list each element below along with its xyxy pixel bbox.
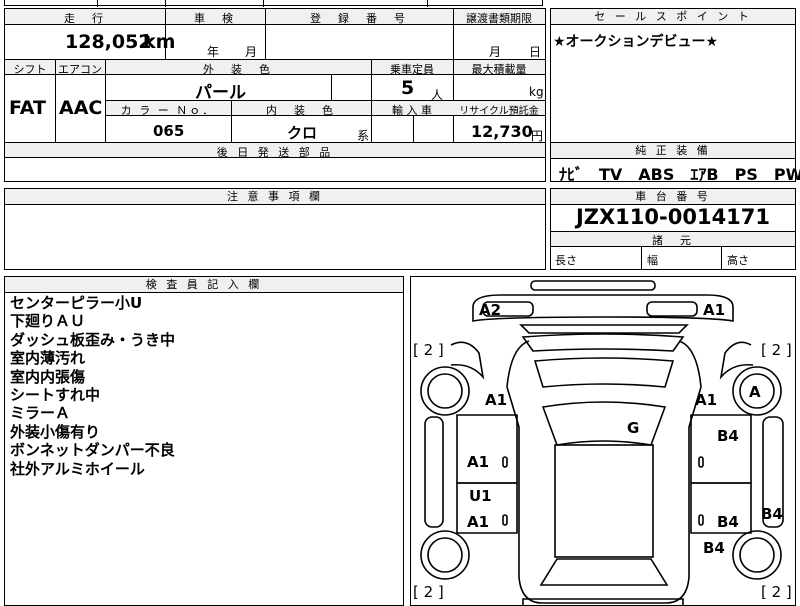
mark-b4-right-door-rear: B4 (717, 513, 739, 531)
registration-label: 登 録 番 号 (310, 12, 408, 25)
mark-u1-left-door-rear: U1 (469, 487, 492, 505)
chassis-label: 車 台 番 号 (551, 189, 795, 205)
ac-label: エアコン (58, 63, 102, 76)
shaken-label: 車 検 (194, 12, 236, 25)
sales-point-text: ★オークションデビュー★ (553, 34, 719, 50)
width-label: 幅 (647, 254, 658, 267)
chassis-box: 車 台 番 号 JZX110-0014171 諸 元 長さ 幅 高さ (550, 188, 796, 270)
notice-label: 注 意 事 項 欄 (5, 189, 545, 205)
tire-count-rear-right: [ 2 ] (761, 583, 792, 601)
vehicle-info-form: 走 行 車 検 登 録 番 号 譲渡書類期限 128,052 km 年 月 月 … (4, 8, 546, 182)
inspector-notes-box: 検 査 員 記 入 欄 センターピラー小U 下廻りＡＵ ダッシュ板歪み・うき中 … (4, 276, 404, 606)
transfer-deadline-label: 譲渡書類期限 (466, 12, 532, 25)
int-color-value: クロ (287, 124, 318, 142)
inspector-note: 社外アルミホイール (10, 459, 145, 478)
mark-b4-right-door-front: B4 (717, 427, 739, 445)
distance-label: 走 行 (64, 12, 106, 25)
mark-a1-left-door-rear: A1 (467, 513, 490, 531)
mark-b4-rear-right: B4 (703, 539, 725, 557)
int-color-label: 内 装 色 (266, 104, 336, 117)
tire-count-front-right: [ 2 ] (761, 341, 792, 359)
capacity-value: 5 (401, 77, 415, 99)
sales-point-box: セ ー ル ス ポ イ ン ト ★オークションデビュー★ (550, 8, 796, 143)
inspector-note: 下廻りＡＵ (10, 312, 86, 331)
max-load-unit: kg (529, 85, 544, 99)
mark-a1-front-left: A1 (485, 391, 508, 409)
shaken-month: 月 (245, 45, 258, 59)
distance-value: 128,052 (65, 31, 152, 53)
mark-a1-top-right: A1 (703, 301, 726, 319)
inspector-note: 室内薄汚れ (10, 349, 86, 368)
length-label: 長さ (555, 254, 577, 267)
chassis-value: JZX110-0014171 (575, 205, 771, 229)
inspector-note: センターピラー小U (10, 294, 143, 312)
mark-a2-top-left: A2 (479, 301, 502, 319)
color-no-value: 065 (153, 122, 185, 140)
shift-label: シフト (13, 63, 47, 76)
later-parts-label: 後 日 発 送 部 品 (216, 146, 334, 159)
mark-g-windshield: G (627, 419, 640, 437)
shift-value: FAT (9, 97, 46, 119)
equipment-value: ﾅﾋﾞ TV ABS ｴｱB PS PW (559, 165, 800, 184)
import-label: 輸 入 車 (392, 104, 432, 117)
sales-point-label: セ ー ル ス ポ イ ン ト (551, 9, 795, 25)
transfer-month: 月 (489, 45, 502, 59)
inspector-label: 検 査 員 記 入 欄 (5, 277, 403, 293)
inspector-note: ミラーＡ (10, 404, 71, 423)
recycle-label: リサイクル預託金 (459, 106, 539, 117)
capacity-label: 乗車定員 (390, 63, 434, 76)
mark-b4-right-side: B4 (761, 505, 783, 523)
height-label: 高さ (727, 254, 749, 267)
mark-a1-front-right: A1 (695, 391, 718, 409)
distance-unit: km (143, 31, 176, 53)
inspector-note: シートすれ中 (10, 386, 101, 405)
recycle-value: 12,730 (471, 122, 533, 141)
transfer-day: 日 (529, 45, 542, 59)
inspector-note: ダッシュ板歪み・うき中 (10, 330, 176, 349)
mark-a1-left-door-front: A1 (467, 453, 490, 471)
inspector-note: ボンネットダンパー不良 (10, 441, 175, 460)
inspector-note: 外装小傷有り (10, 422, 101, 441)
top-strip (4, 0, 543, 7)
car-diagram: A2 A1 A1 A1 A G A1 B4 U1 A1 B4 B4 B4 [ 2… (410, 276, 796, 606)
max-load-label: 最大積載量 (471, 63, 527, 76)
mark-a-wheel-front-right: A (749, 383, 761, 401)
shaken-year: 年 (207, 45, 220, 59)
tire-count-front-left: [ 2 ] (413, 341, 444, 359)
equipment-box: 純 正 装 備 ﾅﾋﾞ TV ABS ｴｱB PS PW (550, 142, 800, 184)
specs-label: 諸 元 (652, 234, 694, 247)
notice-box: 注 意 事 項 欄 (4, 188, 546, 270)
color-no-label: カ ラ ー Ｎｏ． (120, 104, 216, 117)
equipment-label: 純 正 装 備 (551, 143, 795, 159)
inspector-note: 室内内張傷 (10, 367, 86, 386)
tire-count-rear-left: [ 2 ] (413, 583, 444, 601)
ac-value: AAC (59, 97, 103, 119)
